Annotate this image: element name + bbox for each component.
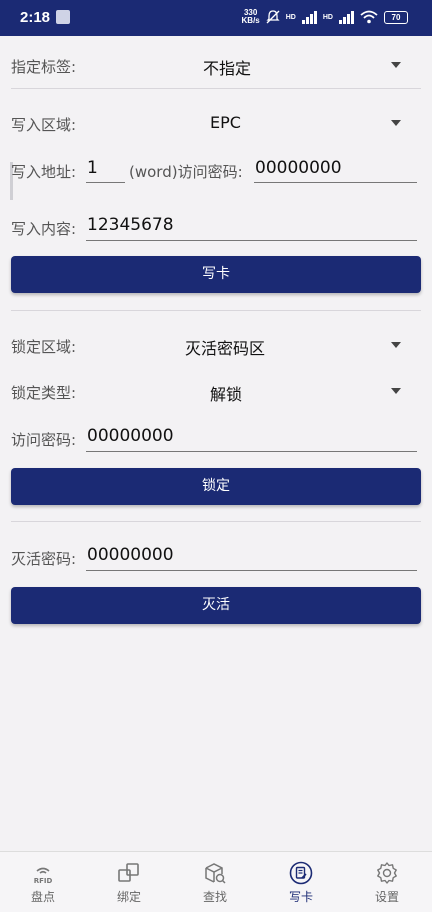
status-indicators: 330 KB/s HD HD 70 bbox=[242, 9, 408, 25]
divider bbox=[11, 521, 421, 522]
rfid-icon-text: RFID bbox=[34, 877, 53, 885]
content-row: 写入内容: 12345678 bbox=[0, 212, 432, 244]
word-password-label: (word)访问密码: bbox=[129, 163, 243, 181]
lock-area-row[interactable]: 锁定区域: 灭活密码区 bbox=[0, 330, 432, 360]
lock-area-label: 锁定区域: bbox=[11, 338, 77, 356]
lock-password-input[interactable]: 00000000 bbox=[87, 426, 174, 446]
wrench-icon bbox=[56, 10, 70, 24]
nav-item-bind[interactable]: 绑定 bbox=[86, 852, 172, 912]
tag-dropdown-value[interactable]: 不指定 bbox=[203, 55, 251, 79]
lock-password-label: 访问密码: bbox=[11, 431, 77, 449]
hd-badge-1: HD bbox=[285, 13, 296, 21]
network-speed: 330 KB/s bbox=[242, 9, 260, 25]
chevron-down-icon[interactable] bbox=[391, 342, 401, 348]
divider bbox=[11, 310, 421, 311]
nav-label: 盘点 bbox=[30, 890, 55, 904]
lock-password-underline bbox=[86, 451, 417, 452]
kill-password-label: 灭活密码: bbox=[11, 550, 77, 568]
lock-area-dropdown-value[interactable]: 灭活密码区 bbox=[185, 335, 265, 359]
address-label: 写入地址: bbox=[11, 163, 77, 181]
lock-button[interactable]: 锁定 bbox=[11, 468, 421, 505]
nav-label: 查找 bbox=[202, 890, 227, 904]
signal-icon-2 bbox=[339, 10, 354, 24]
area-dropdown-value[interactable]: EPC bbox=[210, 113, 241, 132]
rfid-icon: RFID bbox=[34, 867, 53, 885]
battery-icon: 70 bbox=[384, 10, 408, 24]
tag-label: 指定标签: bbox=[11, 58, 77, 76]
nav-item-settings[interactable]: 设置 bbox=[344, 852, 430, 912]
lock-type-dropdown-value[interactable]: 解锁 bbox=[210, 381, 242, 405]
nav-item-write-card[interactable]: 写卡 bbox=[258, 852, 344, 912]
address-input[interactable]: 1 bbox=[87, 158, 98, 178]
speed-unit: KB/s bbox=[241, 16, 260, 25]
lock-type-label: 锁定类型: bbox=[11, 384, 77, 402]
wifi-icon bbox=[360, 10, 378, 24]
lock-type-row[interactable]: 锁定类型: 解锁 bbox=[0, 376, 432, 406]
hd-badge-2: HD bbox=[322, 13, 333, 21]
status-bar: 2:18 330 KB/s HD HD 70 bbox=[0, 0, 432, 36]
chevron-down-icon[interactable] bbox=[391, 62, 401, 68]
signal-icon-1 bbox=[301, 10, 317, 24]
kill-password-underline bbox=[86, 570, 417, 571]
lock-password-row: 访问密码: 00000000 bbox=[0, 423, 432, 455]
area-label: 写入区域: bbox=[11, 116, 77, 134]
address-underline bbox=[86, 182, 125, 183]
area-select-row[interactable]: 写入区域: EPC bbox=[0, 108, 432, 138]
chevron-down-icon[interactable] bbox=[391, 388, 401, 394]
nav-label: 设置 bbox=[374, 890, 399, 904]
status-time: 2:18 bbox=[20, 9, 51, 26]
content-label: 写入内容: bbox=[11, 220, 77, 238]
kill-password-input[interactable]: 00000000 bbox=[87, 545, 174, 565]
write-card-icon bbox=[289, 861, 313, 885]
bind-icon bbox=[118, 863, 139, 882]
write-card-button[interactable]: 写卡 bbox=[11, 256, 421, 293]
kill-password-row: 灭活密码: 00000000 bbox=[0, 542, 432, 574]
access-password-input[interactable]: 00000000 bbox=[255, 158, 342, 178]
address-row: 写入地址: 1 (word)访问密码: 00000000 bbox=[0, 155, 432, 187]
nav-item-search[interactable]: 查找 bbox=[172, 852, 258, 912]
content-input[interactable]: 12345678 bbox=[87, 215, 174, 235]
content-underline bbox=[86, 240, 417, 241]
kill-button[interactable]: 灭活 bbox=[11, 587, 421, 624]
nav-label: 绑定 bbox=[116, 890, 141, 904]
search-box-icon bbox=[205, 863, 226, 884]
nav-label: 写卡 bbox=[288, 890, 313, 904]
gear-icon bbox=[377, 862, 397, 884]
chevron-down-icon[interactable] bbox=[391, 120, 401, 126]
bell-off-icon bbox=[266, 10, 280, 24]
nav-item-inventory[interactable]: RFID 盘点 bbox=[0, 852, 86, 912]
divider bbox=[11, 88, 421, 89]
tag-select-row[interactable]: 指定标签: 不指定 bbox=[0, 50, 432, 80]
bottom-nav: RFID 盘点 绑定 查找 写卡 设置 bbox=[0, 851, 432, 912]
password-underline bbox=[254, 182, 417, 183]
